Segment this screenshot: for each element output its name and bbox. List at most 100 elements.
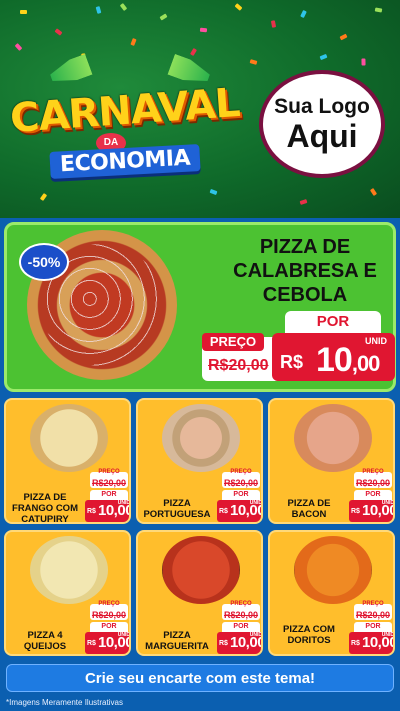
product-pizza-image xyxy=(294,536,372,604)
product-price-box: UNID R$ 10,00 xyxy=(217,632,263,654)
product-currency: R$ xyxy=(219,640,228,647)
logo-economia-text: ECONOMIA xyxy=(49,144,201,179)
product-card[interactable]: PIZZA DE FRANGO COM CATUPIRY PREÇO R$20,00… xyxy=(4,398,131,524)
product-price: 10,00 xyxy=(230,634,263,651)
product-old-price: R$20,00 xyxy=(223,610,259,620)
product-price: 10,00 xyxy=(98,502,131,519)
product-currency: R$ xyxy=(351,640,360,647)
product-card[interactable]: PIZZA PORTUGUESA PREÇO R$20,00 POR UNID R$ 10,… xyxy=(136,398,263,524)
product-preco-label: PREÇO xyxy=(230,469,252,475)
product-card[interactable]: PIZZA DE BACON PREÇO R$20,00 POR UNID R$ 10,00 xyxy=(268,398,395,524)
featured-price: 10,00 xyxy=(316,341,381,380)
confetti-piece xyxy=(39,192,48,202)
discount-badge: -50% xyxy=(19,243,69,281)
product-price-box: UNID R$ 10,00 xyxy=(217,500,263,522)
product-preco-label: PREÇO xyxy=(362,601,384,607)
confetti-piece xyxy=(374,7,383,13)
product-pizza-image xyxy=(294,404,372,472)
product-por-label: POR xyxy=(354,622,392,632)
brand-logo-line1: Sua Logo xyxy=(274,95,370,118)
logo-carnaval-text: CARNAVAL xyxy=(8,80,241,142)
product-por-label: POR xyxy=(222,622,260,632)
confetti-piece xyxy=(369,187,378,197)
brand-logo-placeholder[interactable]: Sua Logo Aqui xyxy=(259,70,385,178)
confetti-piece xyxy=(199,27,208,33)
product-currency: R$ xyxy=(87,508,96,515)
product-name: PIZZA MARGUERITA xyxy=(145,630,209,652)
product-old-price: R$20,00 xyxy=(91,610,127,620)
featured-price-int: 10 xyxy=(316,341,353,379)
product-preco-label: PREÇO xyxy=(98,469,120,475)
carnaval-logo: CARNAVAL DA ECONOMIA xyxy=(8,60,250,179)
featured-old-price-box: PREÇO R$20,00 xyxy=(202,333,282,381)
product-old-price-box: PREÇO R$20,00 xyxy=(222,601,260,620)
product-currency: R$ xyxy=(351,508,360,515)
product-card[interactable]: PIZZA 4 QUEIJOS PREÇO R$20,00 POR UNID R$ 10,0… xyxy=(4,530,131,656)
confetti-piece xyxy=(95,6,102,14)
product-price-box: UNID R$ 10,00 xyxy=(85,632,131,654)
confetti-piece xyxy=(299,199,308,205)
confetti-piece xyxy=(249,59,258,65)
confetti-piece xyxy=(209,188,218,196)
product-currency: R$ xyxy=(87,640,96,647)
product-por-label: POR xyxy=(90,490,128,500)
product-card[interactable]: PIZZA MARGUERITA PREÇO R$20,00 POR UNID R$ 10,… xyxy=(136,530,263,656)
confetti-piece xyxy=(54,28,63,36)
product-old-price-box: PREÇO R$20,00 xyxy=(90,601,128,620)
confetti-piece xyxy=(14,43,23,51)
confetti-piece xyxy=(270,20,277,28)
product-price: 10,00 xyxy=(362,634,395,651)
product-por-label: POR xyxy=(354,490,392,500)
product-old-price: R$20,00 xyxy=(91,478,127,488)
product-price: 10,00 xyxy=(98,634,131,651)
product-name: PIZZA COM DORITOS xyxy=(283,624,335,646)
confetti-piece xyxy=(159,13,168,21)
confetti-piece xyxy=(300,9,307,19)
brand-logo-line2: Aqui xyxy=(286,118,358,154)
product-price: 10,00 xyxy=(362,502,395,519)
product-pizza-image xyxy=(162,404,240,472)
product-old-price: R$20,00 xyxy=(355,478,391,488)
product-name: PIZZA PORTUGUESA xyxy=(143,498,211,520)
featured-price-dec: ,00 xyxy=(351,351,381,376)
product-old-price: R$20,00 xyxy=(223,478,259,488)
product-price: 10,00 xyxy=(230,502,263,519)
product-currency: R$ xyxy=(219,508,228,515)
confetti-piece xyxy=(119,3,128,11)
confetti-piece xyxy=(20,10,27,14)
product-preco-label: PREÇO xyxy=(98,601,120,607)
featured-currency: R$ xyxy=(280,352,304,372)
disclaimer-text: *Imagens Meramente Ilustrativas xyxy=(6,698,123,707)
product-old-price: R$20,00 xyxy=(355,610,391,620)
header-banner: CARNAVAL DA ECONOMIA Sua Logo Aqui xyxy=(0,0,400,218)
product-preco-label: PREÇO xyxy=(362,469,384,475)
product-price-box: UNID R$ 10,00 xyxy=(85,500,131,522)
product-price-box: UNID R$ 10,00 xyxy=(349,632,395,654)
product-name: PIZZA 4 QUEIJOS xyxy=(23,630,67,652)
megaphone-icon xyxy=(47,54,92,88)
product-por-label: POR xyxy=(90,622,128,632)
product-card[interactable]: PIZZA COM DORITOS PREÇO R$20,00 POR UNID R$ 10… xyxy=(268,530,395,656)
confetti-piece xyxy=(361,58,366,66)
product-pizza-image xyxy=(30,404,108,472)
featured-product-name: PIZZA DE CALABRESA E CEBOLA xyxy=(233,236,377,306)
product-por-label: POR xyxy=(222,490,260,500)
featured-product-card[interactable]: -50% PIZZA DE CALABRESA E CEBOLA PREÇO R… xyxy=(4,222,396,392)
confetti-piece xyxy=(234,3,243,11)
product-price-box: UNID R$ 10,00 xyxy=(349,500,395,522)
product-name: PIZZA DE FRANGO COM CATUPIRY xyxy=(12,492,78,524)
confetti-piece xyxy=(319,53,328,61)
product-pizza-image xyxy=(30,536,108,604)
featured-old-price: R$20,00 xyxy=(208,357,269,374)
product-old-price-box: PREÇO R$20,00 xyxy=(222,469,260,488)
product-old-price-box: PREÇO R$20,00 xyxy=(90,469,128,488)
confetti-piece xyxy=(189,47,198,57)
featured-preco-label: PREÇO xyxy=(202,333,264,351)
confetti-piece xyxy=(130,38,137,46)
create-flyer-button[interactable]: Crie seu encarte com este tema! xyxy=(6,664,394,692)
confetti-piece xyxy=(339,33,348,41)
product-pizza-image xyxy=(162,536,240,604)
product-preco-label: PREÇO xyxy=(230,601,252,607)
product-old-price-box: PREÇO R$20,00 xyxy=(354,601,392,620)
product-name: PIZZA DE BACON xyxy=(287,498,331,520)
